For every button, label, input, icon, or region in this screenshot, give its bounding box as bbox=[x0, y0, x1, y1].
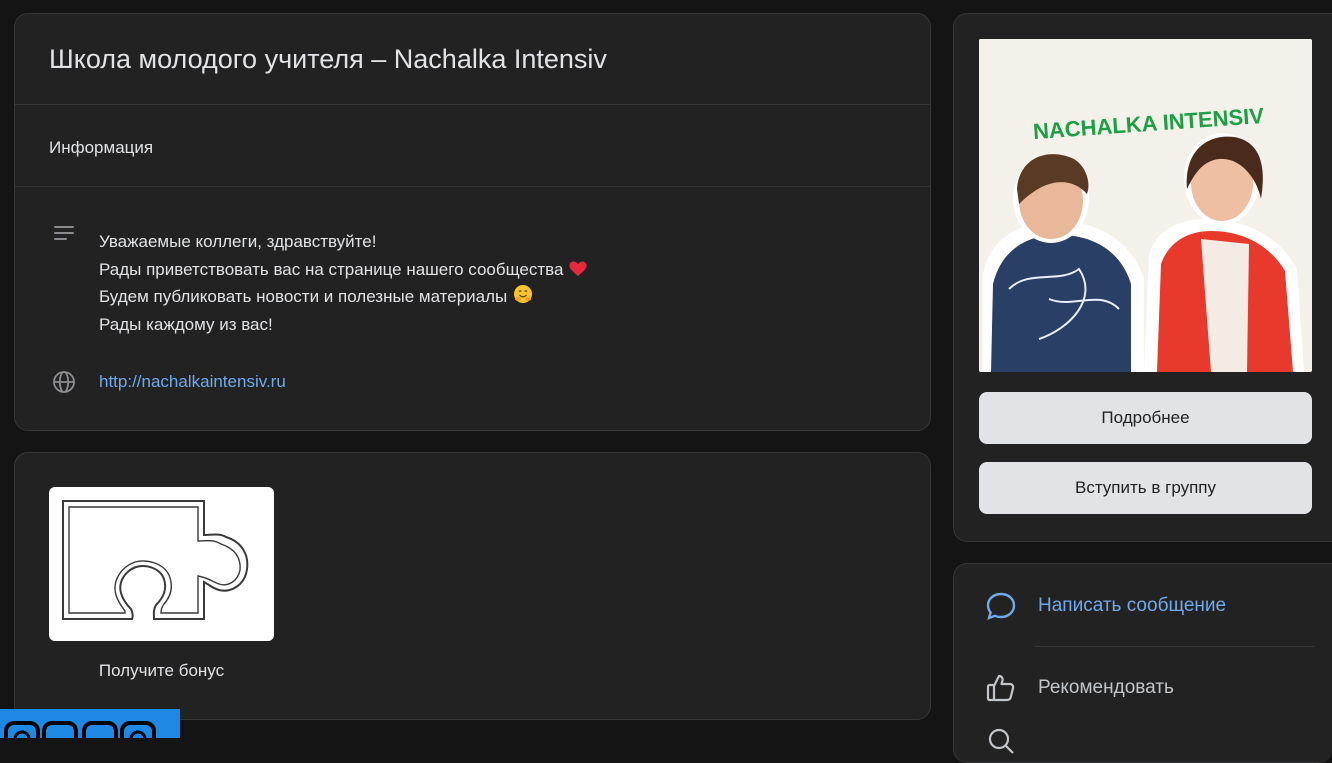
app-thumbnail[interactable] bbox=[49, 487, 274, 641]
text-lines-icon bbox=[54, 226, 74, 240]
recommend-action[interactable]: Рекомендовать bbox=[984, 672, 1174, 704]
section-label-info: Информация bbox=[49, 138, 154, 157]
cover-card: NACHALKA INTENSIV Подробнее Вступить в г… bbox=[953, 13, 1332, 542]
write-message-label: Написать сообщение bbox=[1038, 595, 1227, 616]
thumbs-up-icon bbox=[986, 674, 1015, 702]
divider bbox=[15, 186, 930, 187]
social-icons bbox=[4, 721, 156, 738]
website-link[interactable]: http://nachalkaintensiv.ru bbox=[99, 372, 286, 392]
app-card: Получите бонус bbox=[14, 452, 931, 720]
hugging-face-emoji-icon bbox=[514, 285, 533, 303]
divider bbox=[15, 104, 930, 105]
heart-emoji-icon bbox=[569, 261, 587, 276]
description: Уважаемые коллеги, здравствуйте! Рады пр… bbox=[99, 228, 587, 338]
actions-card: Написать сообщение Рекомендовать bbox=[953, 563, 1332, 763]
description-line: Рады каждому из вас! bbox=[99, 314, 273, 334]
puzzle-piece-icon bbox=[62, 500, 249, 620]
description-line: Будем публиковать новости и полезные мат… bbox=[99, 283, 587, 311]
message-bubble-icon bbox=[986, 592, 1016, 620]
recommend-label: Рекомендовать bbox=[1038, 677, 1174, 698]
write-message-action[interactable]: Написать сообщение bbox=[984, 590, 1226, 622]
description-line: Рады приветствовать вас на странице наше… bbox=[99, 256, 587, 284]
join-group-button[interactable]: Вступить в группу bbox=[979, 462, 1312, 514]
search-icon[interactable] bbox=[984, 724, 1018, 758]
info-card: Школа молодого учителя – Nachalka Intens… bbox=[14, 13, 931, 431]
app-label: Получите бонус bbox=[98, 661, 225, 680]
globe-icon bbox=[53, 371, 75, 393]
cover-image[interactable]: NACHALKA INTENSIV bbox=[979, 39, 1312, 372]
page-title: Школа молодого учителя – Nachalka Intens… bbox=[49, 44, 607, 74]
more-button[interactable]: Подробнее bbox=[979, 392, 1312, 444]
description-line: Уважаемые коллеги, здравствуйте! bbox=[99, 232, 377, 251]
divider bbox=[1034, 646, 1314, 647]
social-badge[interactable] bbox=[0, 709, 180, 738]
cover-illustration: NACHALKA INTENSIV bbox=[979, 39, 1312, 372]
